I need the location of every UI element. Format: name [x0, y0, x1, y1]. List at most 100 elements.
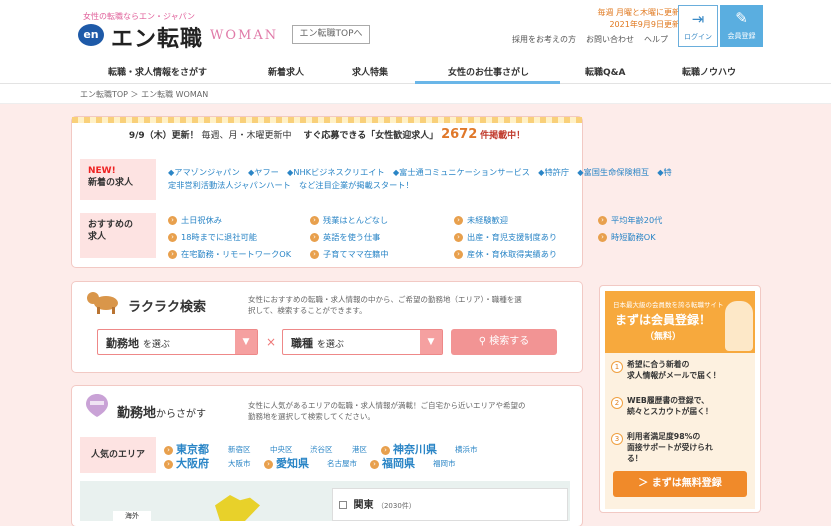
woman-illustration-icon — [725, 301, 753, 351]
new-jobs-line1[interactable]: ◆アマゾンジャパン ◆ヤフー ◆NHKビジネスクリエイト ◆富士通コミュニケーシ… — [168, 166, 672, 179]
kanto-region[interactable]: 関東 （2030件） — [332, 488, 568, 521]
new-badge: NEW! — [88, 166, 116, 176]
area-title: 勤務地からさがす — [117, 402, 206, 421]
login-icon: ⇥ — [691, 10, 705, 28]
register-button[interactable]: ✎ 会員登録 — [720, 5, 763, 47]
en-top-link[interactable]: エン転職TOPへ — [292, 25, 370, 44]
rec-leave-by-18[interactable]: 18時までに退社可能 — [168, 231, 257, 243]
dog-icon — [87, 292, 118, 314]
pref-osaka[interactable]: 大阪府 — [164, 455, 209, 471]
rec-little-overtime[interactable]: 残業はとんどなし — [310, 214, 388, 226]
recommend-label-2: 求人 — [88, 232, 107, 242]
rec-remote[interactable]: 在宅勤務・リモートワークOK — [168, 248, 291, 260]
sidebar-free: （無料） — [645, 332, 682, 342]
benefit-1: 希望に合う新着の 求人情報がメールで届く！ — [627, 359, 721, 381]
rec-short-hours[interactable]: 時短勤務OK — [598, 231, 656, 243]
free-register-button[interactable]: ＞ まずは無料登録 — [613, 471, 747, 497]
update-schedule: 毎週 月曜と木曜に更新 — [597, 8, 680, 17]
register-sidebar: 日本最大級の会員数を誇る転職サイト まずは会員登録！ （無料） 1 希望に合う新… — [599, 285, 761, 513]
chevron-down-icon: ▼ — [420, 330, 442, 354]
pref-fukuoka[interactable]: 福岡県 — [370, 455, 415, 471]
news-banner: 9/9（木）更新！ 毎週、月・木曜更新中 すぐ応募できる「女性歓迎求人」 267… — [72, 127, 582, 142]
job-type-select-sub: を選ぶ — [316, 340, 344, 350]
pref-aichi[interactable]: 愛知県 — [264, 455, 309, 471]
recommend-label: おすすめの 求人 — [80, 213, 156, 258]
kanto-count: （2030件） — [376, 502, 416, 510]
logo-text[interactable]: エン転職 — [111, 21, 203, 53]
job-type-select[interactable]: 職種 を選ぶ ▼ — [282, 329, 443, 355]
city-minato[interactable]: 港区 — [352, 444, 367, 455]
popular-area-label: 人気のエリア — [80, 437, 156, 473]
new-jobs-label: NEW! 新着の求人 — [80, 159, 156, 200]
pencil-icon: ✎ — [735, 9, 748, 27]
recommend-label-1: おすすめの — [88, 220, 134, 230]
rec-maternity-leave[interactable]: 産休・育休取得実績あり — [454, 248, 557, 260]
news-text: すぐ応募できる「女性歓迎求人」 — [303, 131, 439, 141]
breadcrumb: エン転職TOP ＞ エン転職 WOMAN — [0, 84, 831, 104]
rec-childcare-support[interactable]: 出産・育児支援制度あり — [454, 231, 557, 243]
search-icon: ⚲ — [478, 336, 487, 347]
sidebar-small-text: 日本最大級の会員数を誇る転職サイト — [613, 301, 724, 309]
logo-woman[interactable]: WOMAN — [210, 28, 278, 43]
benefit-3-line1: 利用者満足度98%の — [627, 432, 701, 441]
new-jobs-title: 新着の求人 — [88, 178, 134, 188]
benefit-2: WEB履歴書の登録で、 続々とスカウトが届く！ — [627, 395, 713, 417]
rec-english[interactable]: 英語を使う仕事 — [310, 231, 380, 243]
login-button[interactable]: ⇥ ログイン — [678, 5, 718, 47]
nav-features[interactable]: 求人特集 — [352, 65, 388, 78]
area-desc: 女性に人気があるエリアの転職・求人情報が満載！ご自宅から近いエリアや希望の 勤務… — [248, 400, 526, 422]
benefit-number-1: 1 — [611, 361, 623, 373]
nav-qa[interactable]: 転職Q&A — [585, 65, 625, 78]
news-count: 2672 — [441, 127, 478, 142]
main-nav: 転職・求人情報をさがす 新着求人 求人特集 女性のお仕事さがし 転職Q&A 転職… — [0, 60, 831, 84]
benefit-2-line2: 続々とスカウトが届く！ — [627, 407, 713, 416]
city-yokohama[interactable]: 横浜市 — [455, 444, 478, 455]
benefit-1-line1: 希望に合う新着の — [627, 360, 690, 369]
city-shinjuku[interactable]: 新宿区 — [228, 444, 251, 455]
location-select[interactable]: 勤務地 を選ぶ ▼ — [97, 329, 258, 355]
location-select-sub: を選ぶ — [142, 340, 170, 350]
area-title-sub: からさがす — [156, 409, 207, 420]
new-jobs-links[interactable]: ◆アマゾンジャパン ◆ヤフー ◆NHKビジネスクリエイト ◆富士通コミュニケーシ… — [168, 166, 672, 192]
header: 女性の転職ならエン・ジャパン en エン転職 WOMAN エン転職TOPへ 毎週… — [0, 0, 831, 60]
news-date: 9/9（木）更新！ — [128, 131, 199, 141]
rec-moms[interactable]: 子育てママ在籍中 — [310, 248, 389, 260]
new-jobs-line2[interactable]: 定非営利活動法人ジャパンハート など注目企業が掲載スタート！ — [168, 179, 672, 192]
area-desc-1: 女性に人気があるエリアの転職・求人情報が満載！ご自宅から近いエリアや希望の — [248, 401, 526, 410]
register-label: 会員登録 — [727, 32, 756, 40]
rec-avg-age-20s[interactable]: 平均年齢20代 — [598, 214, 662, 226]
area-title-main: 勤務地 — [117, 406, 157, 421]
search-button[interactable]: ⚲ 検索する — [451, 329, 557, 355]
recruiter-link[interactable]: 採用をお考えの方 — [512, 34, 576, 45]
search-button-label: 検索する — [489, 336, 530, 347]
help-link[interactable]: ヘルプ — [644, 34, 668, 45]
en-logo-icon[interactable]: en — [78, 24, 104, 46]
city-osaka[interactable]: 大阪市 — [228, 458, 251, 469]
nav-new-jobs[interactable]: 新着求人 — [268, 65, 304, 78]
kanto-checkbox[interactable] — [339, 501, 347, 509]
nav-search-jobs[interactable]: 転職・求人情報をさがす — [108, 65, 207, 78]
rec-weekends-off[interactable]: 土日祝休み — [168, 214, 222, 226]
job-type-select-label: 職種 — [291, 337, 313, 350]
city-chuo[interactable]: 中央区 — [270, 444, 293, 455]
nav-women-jobs[interactable]: 女性のお仕事さがし — [448, 65, 529, 78]
kanto-label: 関東 — [353, 500, 374, 511]
area-desc-2: 勤務地を選択して検索してください。 — [248, 412, 375, 421]
benefit-2-line1: WEB履歴書の登録で、 — [627, 396, 709, 405]
location-select-label: 勤務地 — [106, 337, 139, 350]
overseas-label[interactable]: 海外 — [113, 511, 151, 521]
benefit-3: 利用者満足度98%の 面接サポートが受けられ る！ — [627, 431, 713, 464]
city-shibuya[interactable]: 渋谷区 — [310, 444, 333, 455]
nav-knowhow[interactable]: 転職ノウハウ — [682, 65, 736, 78]
search-desc-2: 択して、検索することができます。 — [248, 306, 367, 315]
rec-no-experience[interactable]: 未経験歓迎 — [454, 214, 508, 226]
city-fukuoka[interactable]: 福岡市 — [433, 458, 456, 469]
city-nagoya[interactable]: 名古屋市 — [327, 458, 357, 469]
times-icon: × — [266, 335, 277, 349]
update-info: 毎週 月曜と木曜に更新 2021年9月9日更新 — [595, 7, 680, 31]
contact-link[interactable]: お問い合わせ — [586, 34, 634, 45]
search-desc: 女性におすすめの転職・求人情報の中から、ご希望の勤務地（エリア）・職種を選 択し… — [248, 294, 522, 316]
chevron-down-icon: ▼ — [235, 330, 257, 354]
benefit-3-line2: 面接サポートが受けられ — [627, 443, 713, 452]
update-date: 2021年9月9日更新 — [609, 20, 680, 29]
